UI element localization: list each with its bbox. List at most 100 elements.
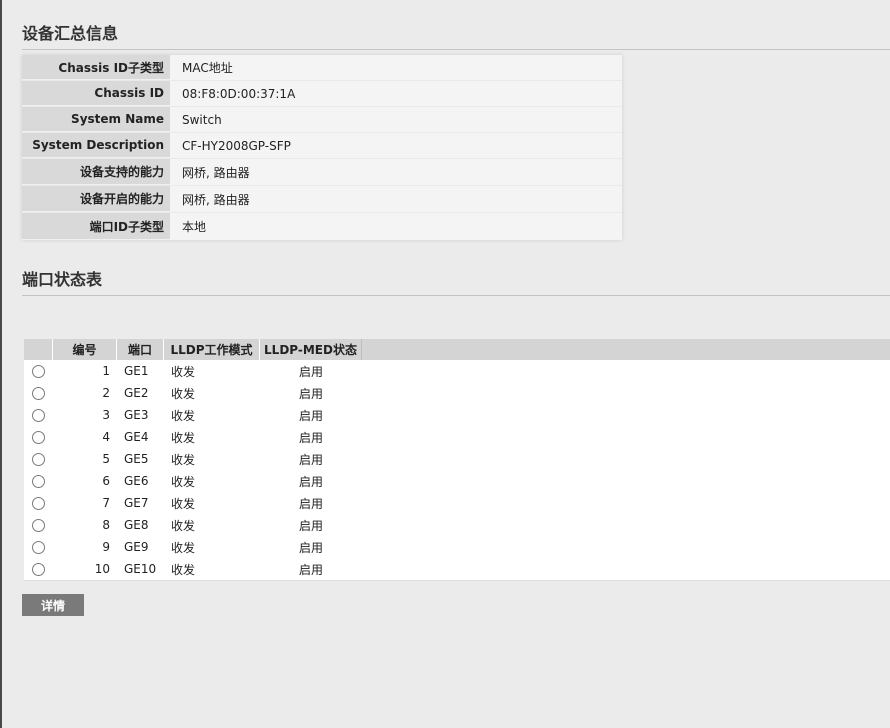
cell-number: 8 [102,518,110,532]
info-label: Chassis ID子类型 [22,55,170,80]
cell-mode: 收发 [171,540,196,555]
info-label: Chassis ID [22,81,170,106]
select-cell [24,540,53,554]
table-row: 1 GE1 收发 启用 [24,360,890,382]
cell-number: 2 [102,386,110,400]
table-row: 5 GE5 收发 启用 [24,448,890,470]
info-row-supported-capabilities: 设备支持的能力 网桥, 路由器 [22,159,622,186]
info-label: 设备支持的能力 [22,159,170,185]
cell-med: 启用 [298,430,323,445]
table-row: 7 GE7 收发 启用 [24,492,890,514]
header-lldp-med-status: LLDP-MED状态 [260,339,362,360]
header-number: 编号 [53,339,117,360]
cell-port: GE3 [124,408,149,422]
info-row-system-name: System Name Switch [22,107,622,133]
table-row: 8 GE8 收发 启用 [24,514,890,536]
cell-number: 1 [102,364,110,378]
cell-number: 4 [102,430,110,444]
cell-med: 启用 [298,562,323,577]
info-value: 本地 [182,220,207,234]
cell-number: 7 [102,496,110,510]
cell-med: 启用 [298,408,323,423]
row-radio-button[interactable] [32,540,45,554]
cell-mode: 收发 [171,408,196,423]
port-status-table: 编号 端口 LLDP工作模式 LLDP-MED状态 1 GE1 收发 启用 2 … [24,339,890,581]
select-cell [24,496,53,510]
row-radio-button[interactable] [32,474,45,488]
cell-port: GE9 [124,540,149,554]
cell-port: GE2 [124,386,149,400]
header-select [24,339,53,360]
row-radio-button[interactable] [32,408,45,422]
cell-med: 启用 [298,496,323,511]
cell-number: 9 [102,540,110,554]
select-cell [24,364,53,378]
summary-section-title: 设备汇总信息 [22,20,890,50]
row-radio-button[interactable] [32,452,45,466]
cell-number: 3 [102,408,110,422]
header-lldp-mode: LLDP工作模式 [164,339,260,360]
cell-mode: 收发 [171,386,196,401]
row-radio-button[interactable] [32,518,45,532]
info-row-chassis-id-subtype: Chassis ID子类型 MAC地址 [22,55,622,81]
device-summary-panel: Chassis ID子类型 MAC地址 Chassis ID 08:F8:0D:… [22,55,622,240]
cell-number: 5 [102,452,110,466]
table-row: 6 GE6 收发 启用 [24,470,890,492]
info-value: 08:F8:0D:00:37:1A [182,86,296,101]
cell-mode: 收发 [171,364,196,379]
port-status-section-title: 端口状态表 [22,266,890,296]
cell-mode: 收发 [171,496,196,511]
table-row: 3 GE3 收发 启用 [24,404,890,426]
select-cell [24,452,53,466]
cell-med: 启用 [298,386,323,401]
cell-port: GE4 [124,430,149,444]
cell-port: GE7 [124,496,149,510]
select-cell [24,518,53,532]
info-row-chassis-id: Chassis ID 08:F8:0D:00:37:1A [22,81,622,107]
info-label: 端口ID子类型 [22,213,170,240]
table-row: 9 GE9 收发 启用 [24,536,890,558]
cell-mode: 收发 [171,430,196,445]
header-port: 端口 [117,339,164,360]
info-row-port-id-subtype: 端口ID子类型 本地 [22,213,622,240]
detail-button[interactable]: 详情 [22,594,84,616]
info-value: MAC地址 [182,61,233,75]
row-radio-button[interactable] [32,430,45,444]
header-filler [362,339,890,360]
select-cell [24,430,53,444]
cell-port: GE6 [124,474,149,488]
cell-mode: 收发 [171,518,196,533]
info-label: 设备开启的能力 [22,186,170,212]
row-radio-button[interactable] [32,386,45,400]
table-row: 4 GE4 收发 启用 [24,426,890,448]
table-row: 2 GE2 收发 启用 [24,382,890,404]
info-row-system-description: System Description CF-HY2008GP-SFP [22,133,622,159]
cell-mode: 收发 [171,452,196,467]
cell-mode: 收发 [171,474,196,489]
info-value: CF-HY2008GP-SFP [182,138,291,153]
row-radio-button[interactable] [32,364,45,378]
cell-med: 启用 [298,474,323,489]
info-label: System Name [22,107,170,132]
cell-port: GE1 [124,364,149,378]
info-value: 网桥, 路由器 [182,165,250,180]
select-cell [24,474,53,488]
cell-number: 6 [102,474,110,488]
row-radio-button[interactable] [32,496,45,510]
info-row-enabled-capabilities: 设备开启的能力 网桥, 路由器 [22,186,622,213]
info-value: 网桥, 路由器 [182,192,250,207]
select-cell [24,386,53,400]
cell-med: 启用 [298,364,323,379]
cell-port: GE5 [124,452,149,466]
left-window-edge [0,0,2,728]
row-radio-button[interactable] [32,562,45,576]
cell-port: GE10 [124,562,157,576]
table-header-row: 编号 端口 LLDP工作模式 LLDP-MED状态 [24,339,890,360]
cell-med: 启用 [298,540,323,555]
info-label: System Description [22,133,170,158]
cell-mode: 收发 [171,562,196,577]
table-row: 10 GE10 收发 启用 [24,558,890,580]
cell-number: 10 [94,562,110,576]
select-cell [24,408,53,422]
cell-med: 启用 [298,452,323,467]
